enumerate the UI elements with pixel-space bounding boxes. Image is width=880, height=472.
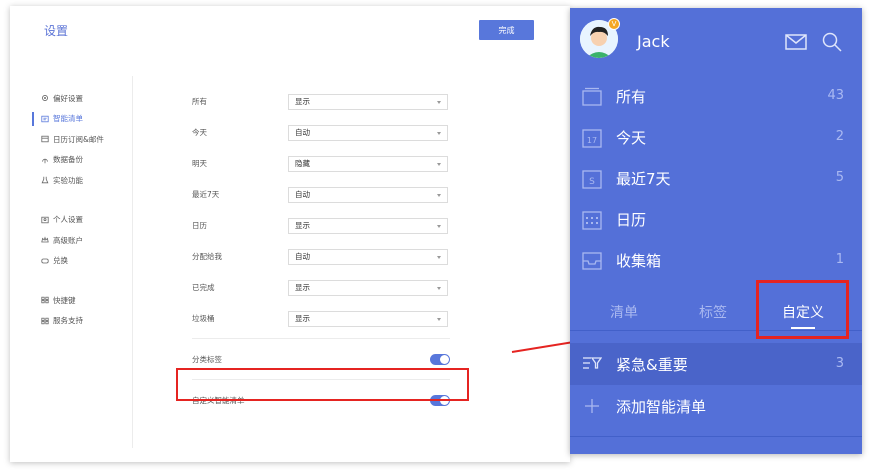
mobile-list: 所有 43 17 今天 2 S 最近7天 5 日历 收集箱 1	[570, 76, 862, 281]
list-item-count: 5	[835, 170, 844, 185]
inbox-all-icon	[582, 87, 602, 106]
divider	[570, 436, 862, 437]
list-item-count: 2	[835, 129, 844, 144]
calendar-s-icon: S	[582, 170, 602, 189]
tab-tags[interactable]: 标签	[699, 302, 727, 322]
mobile-header: V Jack	[570, 8, 862, 76]
calendar-17-icon: 17	[582, 129, 602, 148]
list-item-label: 收集箱	[616, 252, 662, 270]
list-item-today[interactable]: 17 今天 2	[570, 117, 862, 158]
svg-text:S: S	[589, 177, 595, 187]
smart-list-item[interactable]: 紧急&重要 3	[570, 343, 862, 385]
plus-icon	[585, 399, 599, 413]
svg-text:17: 17	[587, 136, 597, 145]
add-smart-list-label: 添加智能清单	[616, 398, 707, 416]
list-item-next-7-days[interactable]: S 最近7天 5	[570, 158, 862, 199]
user-name: Jack	[637, 32, 670, 51]
smart-list-count: 3	[835, 356, 844, 371]
list-item-count: 43	[827, 88, 844, 103]
list-item-all[interactable]: 所有 43	[570, 76, 862, 117]
mail-icon[interactable]	[785, 34, 807, 50]
smart-list-label: 紧急&重要	[616, 356, 688, 374]
tab-lists[interactable]: 清单	[610, 302, 638, 322]
list-item-label: 今天	[616, 129, 647, 147]
mobile-app-panel: V Jack 所有 43 17 今天 2 S 最近7天 5 日历 收集箱 1 清…	[570, 8, 862, 454]
list-item-label: 日历	[616, 211, 647, 229]
list-item-label: 所有	[616, 88, 647, 106]
tray-icon	[582, 252, 602, 270]
list-item-inbox[interactable]: 收集箱 1	[570, 240, 862, 281]
search-icon[interactable]	[822, 32, 842, 52]
list-item-label: 最近7天	[616, 170, 671, 188]
calendar-grid-icon	[582, 211, 602, 230]
premium-badge: V	[608, 18, 620, 30]
add-smart-list-button[interactable]: 添加智能清单	[570, 386, 862, 428]
list-item-calendar[interactable]: 日历	[570, 199, 862, 240]
list-item-count: 1	[835, 252, 844, 267]
highlight-box-right	[756, 280, 849, 339]
filter-list-icon	[583, 357, 602, 369]
